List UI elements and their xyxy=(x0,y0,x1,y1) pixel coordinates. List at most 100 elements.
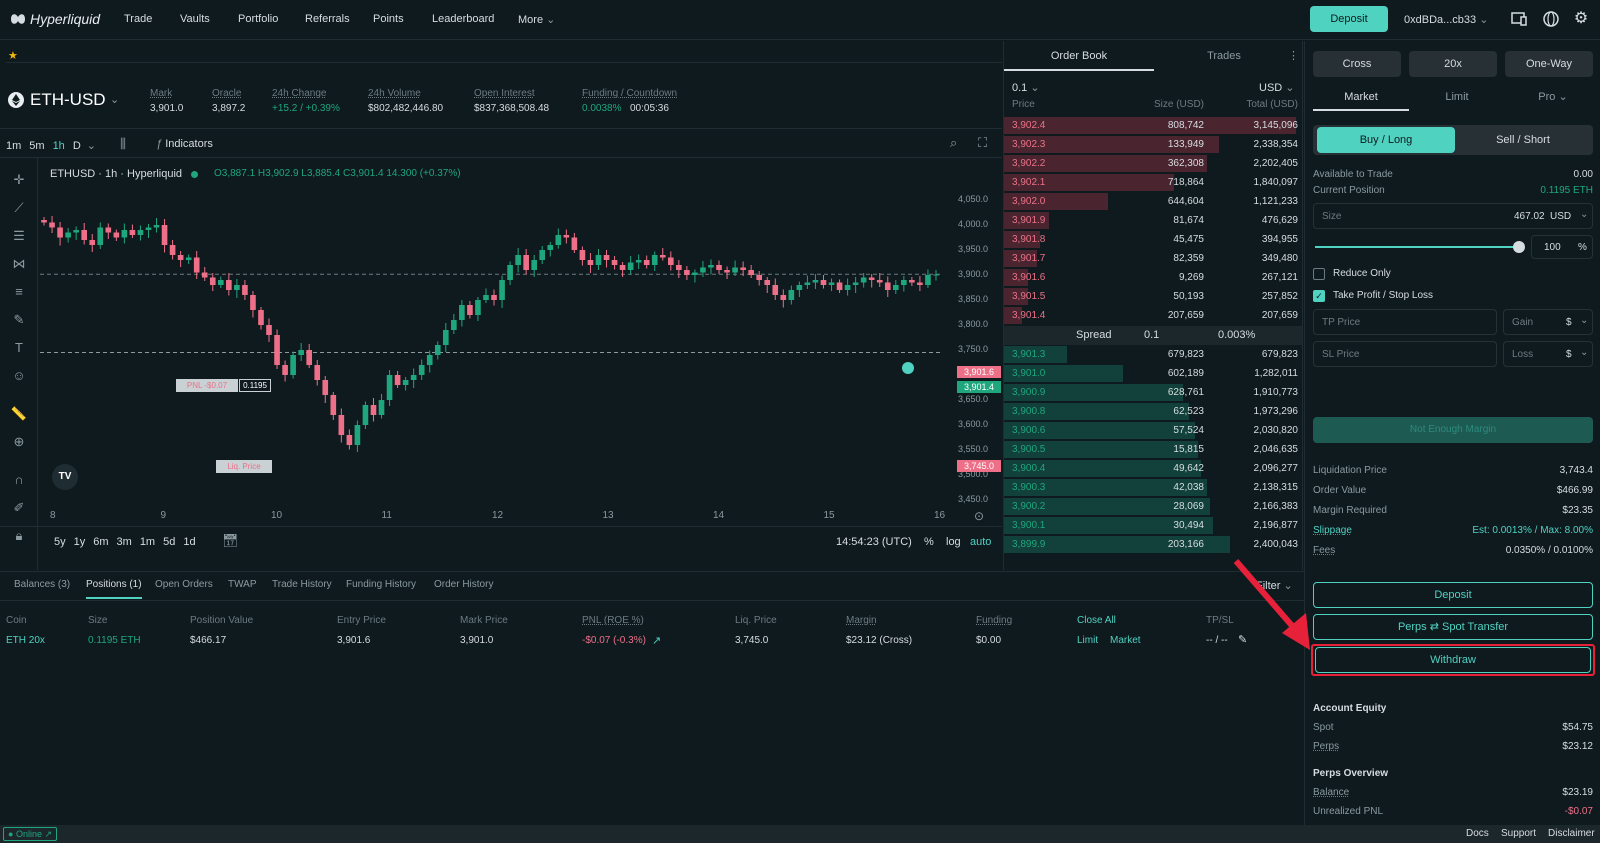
ob-price[interactable]: 3,900.2 xyxy=(1012,497,1045,516)
magnet-icon[interactable]: ∩ xyxy=(10,472,28,490)
online-status-badge[interactable]: ● Online ↗ xyxy=(3,827,58,841)
orderbook-row[interactable]: 3,900.6 57,524 2,030,820 xyxy=(1004,421,1302,440)
margin-mode-button[interactable]: Cross xyxy=(1313,51,1401,77)
orderbook-row[interactable]: 3,902.3 133,949 2,338,354 xyxy=(1004,135,1302,154)
zoom-icon[interactable]: ⌕ xyxy=(950,135,957,151)
range-3m[interactable]: 3m xyxy=(117,536,132,548)
zoom-in-icon[interactable]: ⊕ xyxy=(10,434,28,452)
nav-referrals[interactable]: Referrals xyxy=(305,13,350,25)
withdraw-button[interactable]: Withdraw xyxy=(1315,647,1591,673)
date-axis[interactable]: 8 9 10 11 12 13 14 15 16 xyxy=(40,510,945,526)
favorite-star-icon[interactable]: ★ xyxy=(8,49,18,62)
tab-balances[interactable]: Balances (3) xyxy=(14,579,70,590)
position-marker[interactable] xyxy=(902,362,914,374)
orderbook-row[interactable]: 3,901.7 82,359 349,480 xyxy=(1004,249,1302,268)
trendline-icon[interactable]: ⟋ xyxy=(10,200,28,218)
nav-portfolio[interactable]: Portfolio xyxy=(238,13,278,25)
close-market-link[interactable]: Market xyxy=(1110,635,1141,646)
gain-input[interactable]: Gain $ ⌄ xyxy=(1503,309,1593,335)
share-icon[interactable]: ↗ xyxy=(652,634,661,647)
orderbook-row[interactable]: 3,900.8 62,523 1,973,296 xyxy=(1004,402,1302,421)
position-mode-button[interactable]: One-Way xyxy=(1505,51,1593,77)
tab-order-book[interactable]: Order Book xyxy=(1004,41,1154,71)
ob-price[interactable]: 3,901.8 xyxy=(1012,230,1045,249)
ob-price[interactable]: 3,902.0 xyxy=(1012,192,1045,211)
ob-price[interactable]: 3,902.1 xyxy=(1012,173,1045,192)
interval-1h[interactable]: 1h xyxy=(53,140,65,152)
tab-open-orders[interactable]: Open Orders xyxy=(155,579,213,590)
ob-price[interactable]: 3,902.4 xyxy=(1012,116,1045,135)
candlestick-chart[interactable] xyxy=(40,190,940,510)
orderbook-row[interactable]: 3,902.4 808,742 3,145,096 xyxy=(1004,116,1302,135)
market-symbol[interactable]: ETH-USD xyxy=(30,90,106,110)
deposit-panel-button[interactable]: Deposit xyxy=(1313,582,1593,608)
price-axis[interactable]: 4,050.0 4,000.0 3,950.0 3,900.0 3,850.0 3,800… xyxy=(940,170,1002,504)
interval-1m[interactable]: 1m xyxy=(6,140,21,152)
perps-label[interactable]: Perps xyxy=(1313,741,1339,752)
orderbook-row[interactable]: 3,901.6 9,269 267,121 xyxy=(1004,268,1302,287)
orderbook-row[interactable]: 3,900.4 49,642 2,096,277 xyxy=(1004,459,1302,478)
range-1y[interactable]: 1y xyxy=(74,536,86,548)
tab-trade-history[interactable]: Trade History xyxy=(272,579,332,590)
ruler-icon[interactable]: 📏 xyxy=(10,406,28,424)
tp-price-input[interactable]: TP Price xyxy=(1313,309,1497,335)
interval-d[interactable]: D xyxy=(73,140,81,152)
ob-price[interactable]: 3,901.4 xyxy=(1012,306,1045,325)
ob-price[interactable]: 3,902.3 xyxy=(1012,135,1045,154)
scale-percent[interactable]: % xyxy=(924,536,934,548)
lock-draw-icon[interactable]: ✐ xyxy=(10,500,28,518)
range-1m[interactable]: 1m xyxy=(140,536,155,548)
ob-price[interactable]: 3,901.6 xyxy=(1012,268,1045,287)
perps-spot-transfer-button[interactable]: Perps ⇄ Spot Transfer xyxy=(1313,614,1593,640)
chevron-down-icon[interactable]: ⌄ xyxy=(1580,315,1588,326)
nav-points[interactable]: Points xyxy=(373,13,404,25)
gear-icon[interactable]: ⚙ xyxy=(1572,10,1590,28)
orderbook-row[interactable]: 3,900.3 42,038 2,138,315 xyxy=(1004,478,1302,497)
orderbook-row[interactable]: 3,902.1 718,864 1,840,097 xyxy=(1004,173,1302,192)
horizontal-lines-icon[interactable]: ☰ xyxy=(10,228,28,246)
balance-label[interactable]: Balance xyxy=(1313,787,1349,798)
ob-price[interactable]: 3,900.4 xyxy=(1012,459,1045,478)
orderbook-row[interactable]: 3,901.5 50,193 257,852 xyxy=(1004,287,1302,306)
footer-docs-link[interactable]: Docs xyxy=(1466,828,1489,839)
ob-price[interactable]: 3,900.9 xyxy=(1012,383,1045,402)
tab-funding-history[interactable]: Funding History xyxy=(346,579,416,590)
chevron-down-icon[interactable]: ⌄ xyxy=(1580,347,1588,358)
info-label[interactable]: Slippage xyxy=(1313,525,1352,536)
orderbook-row[interactable]: 3,901.9 81,674 476,629 xyxy=(1004,211,1302,230)
position-header[interactable]: Close All xyxy=(1077,615,1116,626)
settings-circle-icon[interactable]: ⊙ xyxy=(974,509,984,523)
ob-price[interactable]: 3,901.9 xyxy=(1012,211,1045,230)
place-order-button[interactable]: Not Enough Margin xyxy=(1313,417,1593,443)
wallet-address[interactable]: 0xdBDa...cb33 ⌄ xyxy=(1404,13,1488,26)
fib-icon[interactable]: ≡ xyxy=(10,284,28,302)
ob-price[interactable]: 3,900.1 xyxy=(1012,516,1045,535)
candle-type-icon[interactable]: ⫼ xyxy=(120,136,126,152)
orderbook-row[interactable]: 3,900.1 30,494 2,196,877 xyxy=(1004,516,1302,535)
pattern-icon[interactable]: ⋈ xyxy=(10,256,28,274)
nav-leaderboard[interactable]: Leaderboard xyxy=(432,13,494,25)
nav-vaults[interactable]: Vaults xyxy=(180,13,210,25)
chevron-down-icon[interactable]: ⌄ xyxy=(110,93,119,106)
close-limit-link[interactable]: Limit xyxy=(1077,635,1098,646)
app-logo-text[interactable]: Hyperliquid xyxy=(30,11,100,27)
nav-more[interactable]: More ⌄ xyxy=(518,13,555,26)
range-5y[interactable]: 5y xyxy=(54,536,66,548)
scale-log[interactable]: log xyxy=(946,536,961,548)
ob-price[interactable]: 3,900.3 xyxy=(1012,478,1045,497)
brush-icon[interactable]: ✎ xyxy=(10,312,28,330)
orderbook-row[interactable]: 3,900.9 628,761 1,910,773 xyxy=(1004,383,1302,402)
tab-order-history[interactable]: Order History xyxy=(434,579,493,590)
ob-price[interactable]: 3,900.5 xyxy=(1012,440,1045,459)
ob-price[interactable]: 3,899.9 xyxy=(1012,535,1045,554)
size-percent-input[interactable]: 100 % xyxy=(1531,235,1593,259)
tick-size-select[interactable]: 0.1 ⌄ xyxy=(1012,81,1040,94)
orderbook-row[interactable]: 3,900.5 15,815 2,046,635 xyxy=(1004,440,1302,459)
deposit-button[interactable]: Deposit xyxy=(1310,6,1388,32)
order-type-market[interactable]: Market xyxy=(1313,83,1409,111)
size-input[interactable]: Size 467.02 USD ⌄ xyxy=(1313,203,1593,229)
crosshair-icon[interactable]: ✛ xyxy=(10,172,28,190)
range-5d[interactable]: 5d xyxy=(163,536,175,548)
orderbook-row[interactable]: 3,901.8 45,475 394,955 xyxy=(1004,230,1302,249)
footer-support-link[interactable]: Support xyxy=(1501,828,1536,839)
